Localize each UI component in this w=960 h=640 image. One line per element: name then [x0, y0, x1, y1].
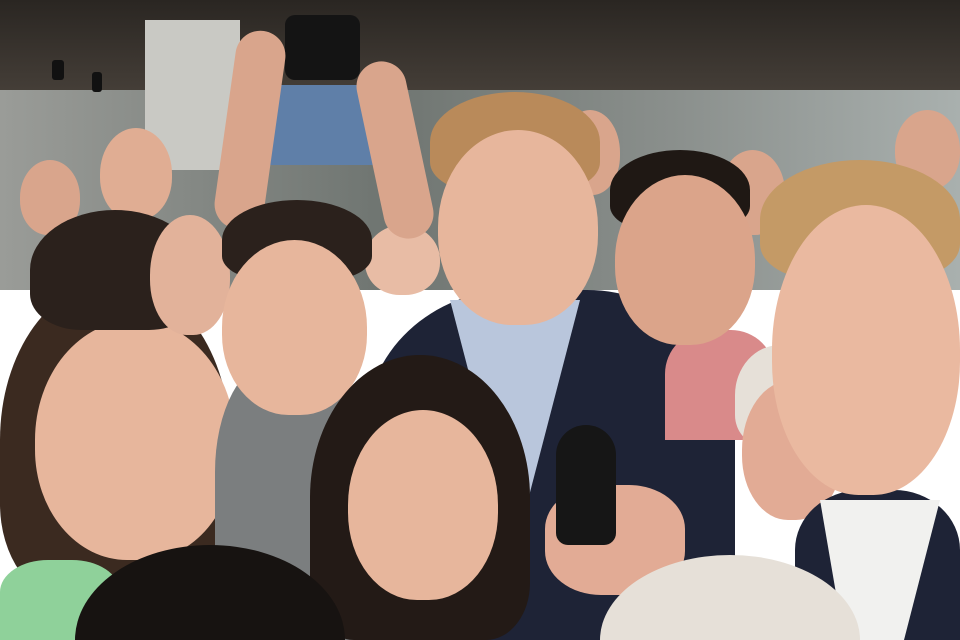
- camera-icon: [285, 15, 360, 80]
- person-face: [150, 215, 230, 335]
- person-face: [438, 130, 598, 325]
- person-face: [348, 410, 498, 600]
- person-face: [222, 240, 367, 415]
- person-face: [35, 320, 235, 560]
- ceiling-light: [52, 60, 64, 80]
- person-face: [615, 175, 755, 345]
- person-face: [100, 128, 172, 220]
- microphone-icon: [556, 425, 616, 545]
- person-face: [772, 205, 960, 495]
- group-selfie-photo: [0, 0, 960, 640]
- ceiling-light: [92, 72, 102, 92]
